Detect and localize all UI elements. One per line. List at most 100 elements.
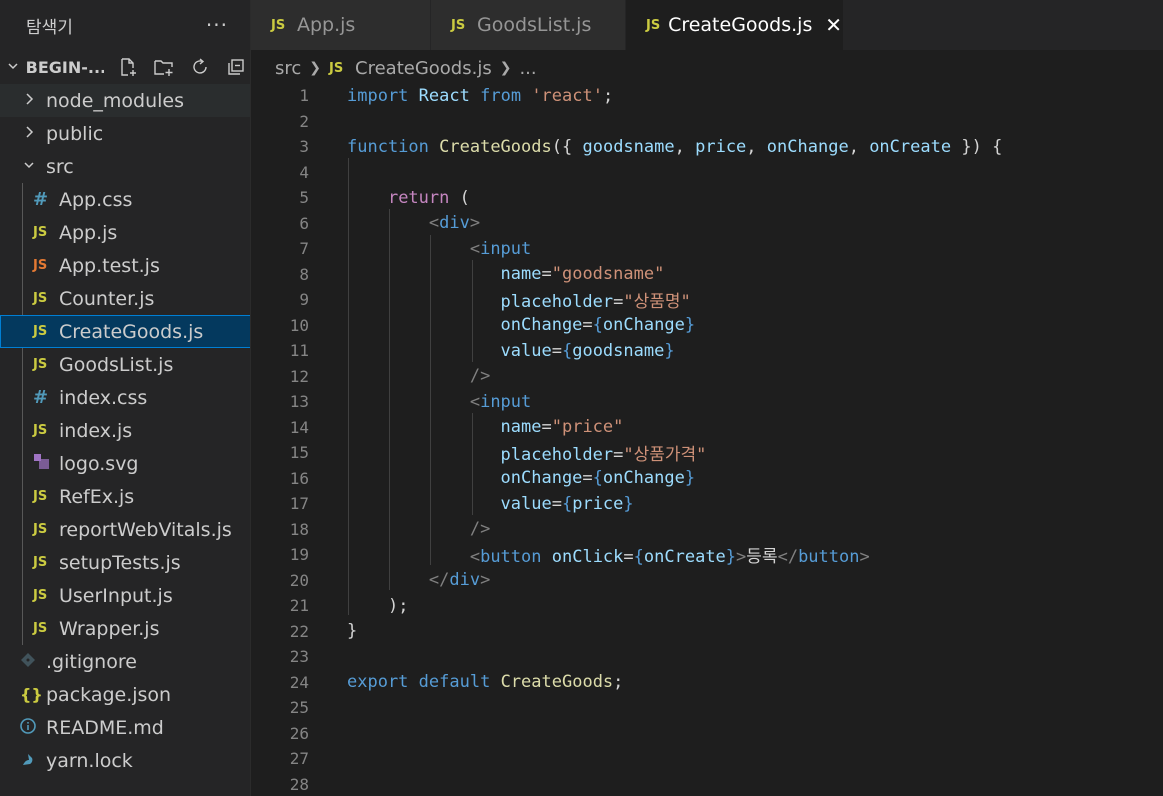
- code-line[interactable]: 6 <div>: [251, 211, 1163, 236]
- breadcrumb: src ❯ JS CreateGoods.js ❯ ...: [275, 52, 537, 84]
- tab-goodslist-js[interactable]: JS GoodsList.js: [431, 0, 626, 50]
- tree-file-goodslist-js[interactable]: JS GoodsList.js: [0, 348, 250, 381]
- line-number: 14: [289, 417, 309, 437]
- code-line[interactable]: 5 return (: [251, 185, 1163, 210]
- tree-item-label: yarn.lock: [46, 749, 133, 772]
- js-file-icon: JS: [646, 17, 661, 33]
- tree-folder-src[interactable]: src: [0, 150, 250, 183]
- tab-creategoods-js[interactable]: JS CreateGoods.js ✕: [626, 0, 844, 50]
- line-number: 1: [299, 86, 309, 105]
- more-actions-icon[interactable]: ···: [206, 13, 228, 37]
- line-number: 26: [289, 723, 309, 743]
- js-file-icon: JS: [33, 291, 48, 306]
- chevron-right-icon: ❯: [499, 60, 512, 76]
- line-number: 13: [289, 392, 309, 411]
- tree-file-reportwebvitals-js[interactable]: JS reportWebVitals.js: [0, 513, 250, 546]
- code-text: placeholder="상품명": [500, 292, 691, 312]
- project-header[interactable]: BEGIN-...: [0, 50, 250, 84]
- code-line[interactable]: 4: [251, 160, 1163, 185]
- line-number: 20: [289, 570, 309, 590]
- line-number: 7: [299, 239, 309, 258]
- code-line[interactable]: 20 </div>: [251, 568, 1163, 593]
- code-text: <input: [469, 391, 532, 412]
- code-line[interactable]: 23: [251, 644, 1163, 669]
- tree-folder-node-modules[interactable]: node_modules: [0, 84, 250, 117]
- line-number: 28: [289, 774, 309, 794]
- breadcrumb-folder[interactable]: src: [275, 58, 301, 79]
- tree-file-index-js[interactable]: JS index.js: [0, 414, 250, 447]
- code-line[interactable]: 28: [251, 772, 1163, 796]
- svg-file-icon: [33, 453, 59, 475]
- tree-file-app-test-js[interactable]: JS App.test.js: [0, 249, 250, 282]
- tree-file-index-css[interactable]: # index.css: [0, 381, 250, 414]
- code-line[interactable]: 7 <input: [251, 236, 1163, 261]
- tree-file-yarn-lock[interactable]: yarn.lock: [0, 744, 250, 777]
- breadcrumb-symbol[interactable]: ...: [519, 58, 536, 79]
- tree-file-userinput-js[interactable]: JS UserInput.js: [0, 579, 250, 612]
- code-line[interactable]: 3 function CreateGoods({ goodsname, price…: [251, 134, 1163, 159]
- code-line[interactable]: 10 onChange={onChange}: [251, 313, 1163, 338]
- new-file-icon[interactable]: [114, 53, 142, 81]
- close-icon[interactable]: ✕: [824, 13, 843, 37]
- line-number: 22: [289, 621, 309, 641]
- tree-file-app-js[interactable]: JS App.js: [0, 216, 250, 249]
- js-file-icon: JS: [33, 324, 48, 339]
- new-folder-icon[interactable]: [150, 53, 178, 81]
- tree-file-logo-svg[interactable]: logo.svg: [0, 447, 250, 480]
- code-line[interactable]: 15 placeholder="상품가격": [251, 440, 1163, 465]
- code-text: />: [469, 519, 491, 539]
- tree-file-app-css[interactable]: # App.css: [0, 183, 250, 216]
- code-line[interactable]: 1 import React from 'react';: [251, 83, 1163, 108]
- tree-file-creategoods-js[interactable]: JS CreateGoods.js: [0, 315, 250, 348]
- code-line[interactable]: 21 );: [251, 593, 1163, 618]
- chevron-down-icon: [22, 159, 36, 174]
- explorer-header: 탐색기 ···: [0, 0, 250, 50]
- refresh-icon[interactable]: [186, 53, 214, 81]
- line-number: 8: [299, 264, 309, 284]
- code-text: <div>: [428, 213, 481, 233]
- code-line[interactable]: 12 />: [251, 364, 1163, 389]
- code-line[interactable]: 14 name="price": [251, 415, 1163, 440]
- collapse-all-icon[interactable]: [222, 53, 250, 81]
- code-editor[interactable]: 1 import React from 'react'; 2 3 function Cr…: [251, 83, 1163, 796]
- tree-item-label: node_modules: [46, 89, 185, 112]
- breadcrumb-file[interactable]: CreateGoods.js: [355, 58, 492, 79]
- code-line[interactable]: 8 name="goodsname": [251, 262, 1163, 287]
- code-line[interactable]: 27: [251, 746, 1163, 771]
- code-line[interactable]: 9 placeholder="상품명": [251, 287, 1163, 312]
- tree-item-label: logo.svg: [59, 452, 139, 475]
- json-file-icon: {}: [20, 685, 43, 704]
- js-file-icon: JS: [33, 357, 48, 372]
- tab-app-js[interactable]: JS App.js: [251, 0, 431, 50]
- tree-file-counter-js[interactable]: JS Counter.js: [0, 282, 250, 315]
- code-line[interactable]: 13 <input: [251, 389, 1163, 414]
- line-number: 27: [289, 749, 309, 768]
- line-number: 3: [299, 137, 309, 156]
- code-line[interactable]: 2: [251, 109, 1163, 134]
- chevron-down-icon[interactable]: [4, 60, 22, 75]
- code-line[interactable]: 19 <button onClick={onCreate}>등록</button…: [251, 542, 1163, 567]
- tree-folder-public[interactable]: public: [0, 117, 250, 150]
- info-icon: [20, 717, 46, 738]
- css-file-icon: #: [33, 387, 49, 408]
- code-line[interactable]: 11 value={goodsname}: [251, 338, 1163, 363]
- code-line[interactable]: 26: [251, 721, 1163, 746]
- tree-file-wrapper-js[interactable]: JS Wrapper.js: [0, 612, 250, 645]
- code-line[interactable]: 25: [251, 695, 1163, 720]
- line-number: 17: [289, 494, 309, 513]
- code-line[interactable]: 18 />: [251, 517, 1163, 542]
- code-text: name="goodsname": [500, 264, 665, 284]
- tree-item-label: UserInput.js: [59, 584, 173, 607]
- tree-file-package-json[interactable]: {} package.json: [0, 678, 250, 711]
- code-line[interactable]: 17 value={price}: [251, 491, 1163, 516]
- tree-item-label: setupTests.js: [59, 551, 181, 574]
- code-line[interactable]: 22}: [251, 619, 1163, 644]
- code-line[interactable]: 16 onChange={onChange}: [251, 466, 1163, 491]
- tree-file-refex-js[interactable]: JS RefEx.js: [0, 480, 250, 513]
- tree-file-gitignore[interactable]: .gitignore: [0, 645, 250, 678]
- tree-file-setuptests-js[interactable]: JS setupTests.js: [0, 546, 250, 579]
- code-line[interactable]: 24 export default CreateGoods;: [251, 670, 1163, 695]
- tree-item-label: App.test.js: [59, 254, 160, 277]
- tree-file-readme-md[interactable]: README.md: [0, 711, 250, 744]
- explorer-sidebar: 탐색기 ··· BEGIN-... node_modules public sr…: [0, 0, 251, 796]
